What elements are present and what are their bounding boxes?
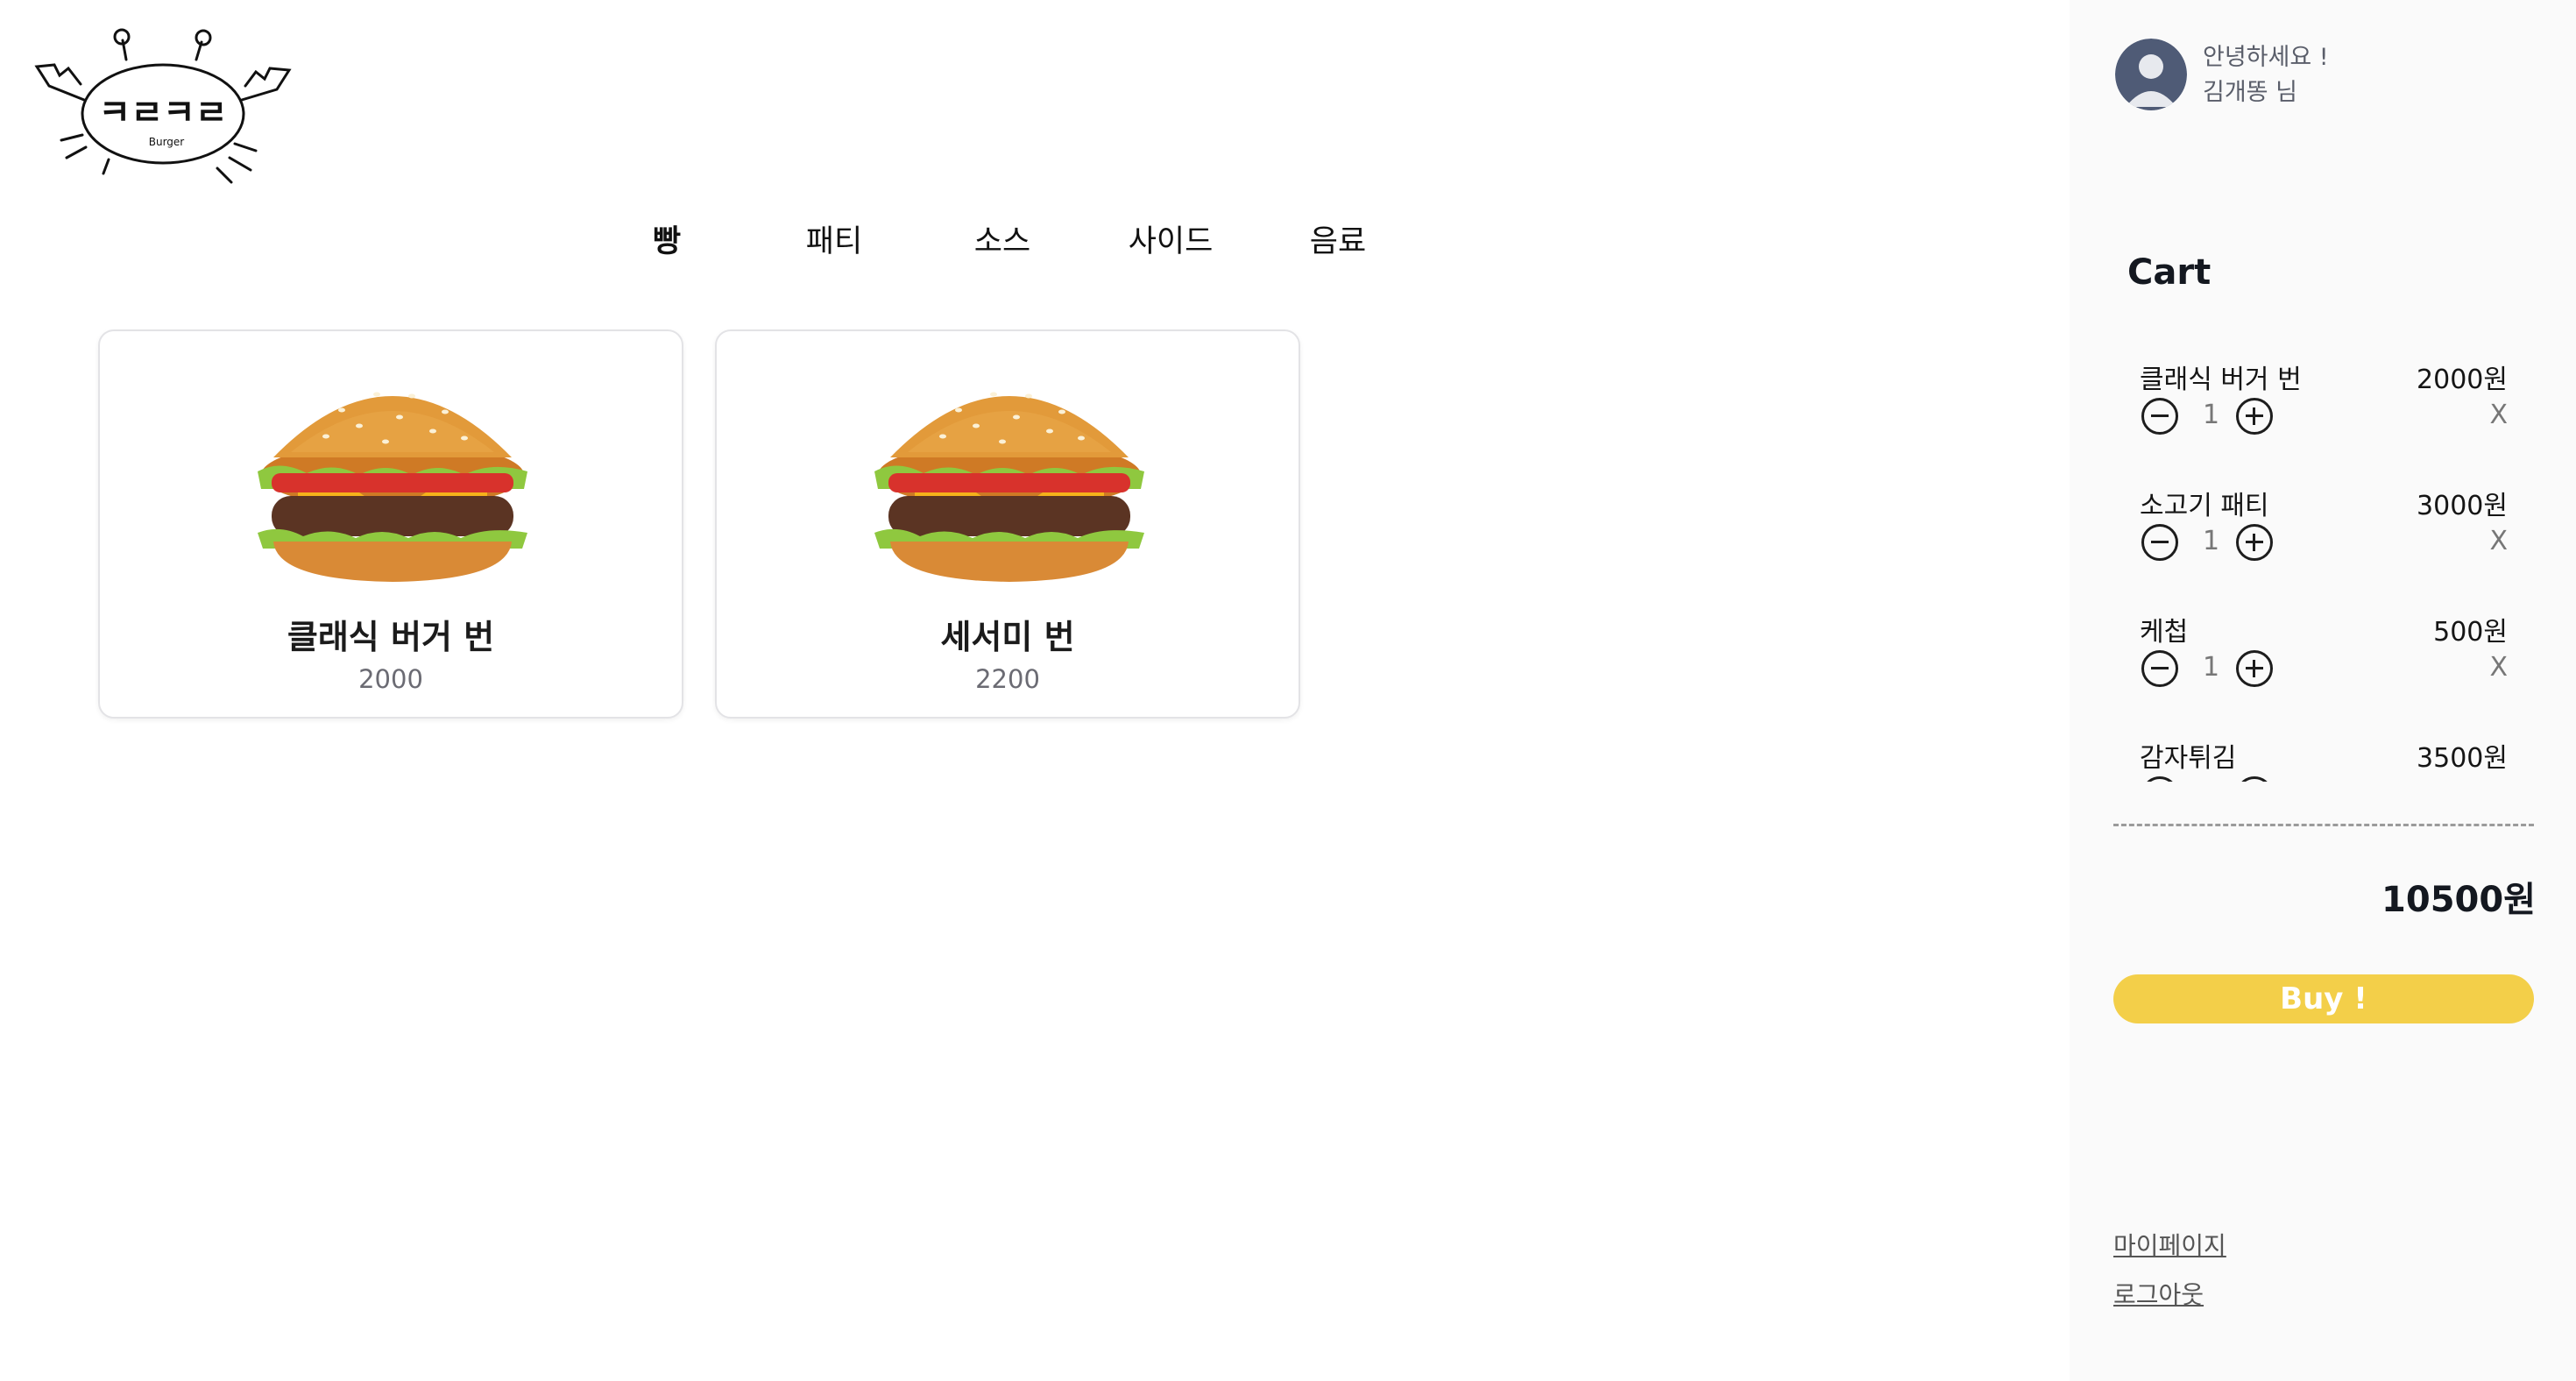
cart-divider bbox=[2113, 824, 2534, 826]
category-tabs: 빵 패티 소스 사이드 음료 bbox=[0, 217, 2070, 266]
cart-item-qty: 1 bbox=[2203, 652, 2220, 683]
plus-circle-icon[interactable] bbox=[2236, 650, 2273, 687]
plus-circle-icon[interactable] bbox=[2236, 776, 2273, 782]
cart-item-price: 3500원 bbox=[2417, 743, 2508, 774]
remove-item-button[interactable]: X bbox=[2489, 778, 2508, 782]
main-area: ㅋㄹㅋㄹ Burger 빵 패티 소스 사이드 음료 클래식 버거 번 2000… bbox=[0, 0, 2070, 1381]
tab-side[interactable]: 사이드 bbox=[1129, 217, 1214, 266]
svg-text:ㅋㄹㅋㄹ: ㅋㄹㅋㄹ bbox=[98, 93, 227, 133]
avatar[interactable] bbox=[2115, 39, 2187, 110]
cart-item: 케첩 500원 1 X bbox=[2140, 603, 2508, 729]
logout-link[interactable]: 로그아웃 bbox=[2113, 1276, 2204, 1311]
product-price: 2200 bbox=[975, 664, 1040, 694]
product-card[interactable]: 세서미 번 2200 bbox=[715, 329, 1300, 719]
cart-item-qty: 1 bbox=[2203, 778, 2219, 782]
cart-total: 10500원 bbox=[2381, 880, 2536, 920]
greeting-text: 안녕하세요 ! bbox=[2203, 44, 2329, 71]
tab-sauce[interactable]: 소스 bbox=[974, 217, 1030, 266]
product-name: 클래식 버거 번 bbox=[287, 618, 495, 656]
cart-item-name: 클래식 버거 번 bbox=[2140, 365, 2302, 395]
user-greeting: 안녕하세요 ! 김개똥 님 bbox=[2203, 40, 2329, 110]
svg-text:Burger: Burger bbox=[149, 136, 185, 148]
product-price: 2000 bbox=[358, 664, 423, 694]
remove-item-button[interactable]: X bbox=[2489, 526, 2508, 556]
remove-item-button[interactable]: X bbox=[2489, 652, 2508, 683]
cart-title: Cart bbox=[2127, 252, 2212, 293]
minus-circle-icon[interactable] bbox=[2141, 650, 2178, 687]
cart-item-qty: 1 bbox=[2203, 526, 2220, 556]
cart-sidebar: 안녕하세요 ! 김개똥 님 Cart 클래식 버거 번 2000원 1 X 소고… bbox=[2070, 0, 2576, 1381]
minus-circle-icon[interactable] bbox=[2141, 524, 2178, 561]
cart-item-name: 소고기 패티 bbox=[2140, 491, 2269, 521]
user-name: 김개똥 님 bbox=[2203, 79, 2297, 106]
mypage-link[interactable]: 마이페이지 bbox=[2113, 1227, 2226, 1262]
cart-list[interactable]: 클래식 버거 번 2000원 1 X 소고기 패티 3000원 1 X 케첩 5… bbox=[2140, 351, 2508, 782]
buy-button[interactable]: Buy ! bbox=[2113, 974, 2534, 1023]
remove-item-button[interactable]: X bbox=[2489, 400, 2508, 430]
cart-item-name: 케첩 bbox=[2140, 617, 2189, 648]
cart-item: 클래식 버거 번 2000원 1 X bbox=[2140, 351, 2508, 477]
cart-item: 소고기 패티 3000원 1 X bbox=[2140, 477, 2508, 603]
minus-circle-icon[interactable] bbox=[2141, 398, 2178, 435]
cart-item-price: 500원 bbox=[2433, 617, 2508, 648]
brand-logo[interactable]: ㅋㄹㅋㄹ Burger bbox=[32, 26, 294, 189]
burger-image bbox=[258, 392, 527, 582]
cart-item-name: 감자튀김 bbox=[2140, 743, 2237, 774]
cart-item-price: 2000원 bbox=[2417, 365, 2508, 395]
burger-image bbox=[874, 392, 1144, 582]
plus-circle-icon[interactable] bbox=[2236, 398, 2273, 435]
cart-item-qty: 1 bbox=[2203, 400, 2220, 430]
minus-circle-icon[interactable] bbox=[2141, 776, 2178, 782]
product-card[interactable]: 클래식 버거 번 2000 bbox=[98, 329, 683, 719]
tab-patty[interactable]: 패티 bbox=[806, 217, 862, 266]
plus-circle-icon[interactable] bbox=[2236, 524, 2273, 561]
product-name: 세서미 번 bbox=[940, 618, 1075, 656]
tab-drink[interactable]: 음료 bbox=[1310, 217, 1366, 266]
cart-item: 감자튀김 3500원 1 X bbox=[2140, 729, 2508, 782]
tab-bread[interactable]: 빵 bbox=[653, 217, 681, 266]
cart-item-price: 3000원 bbox=[2417, 491, 2508, 521]
